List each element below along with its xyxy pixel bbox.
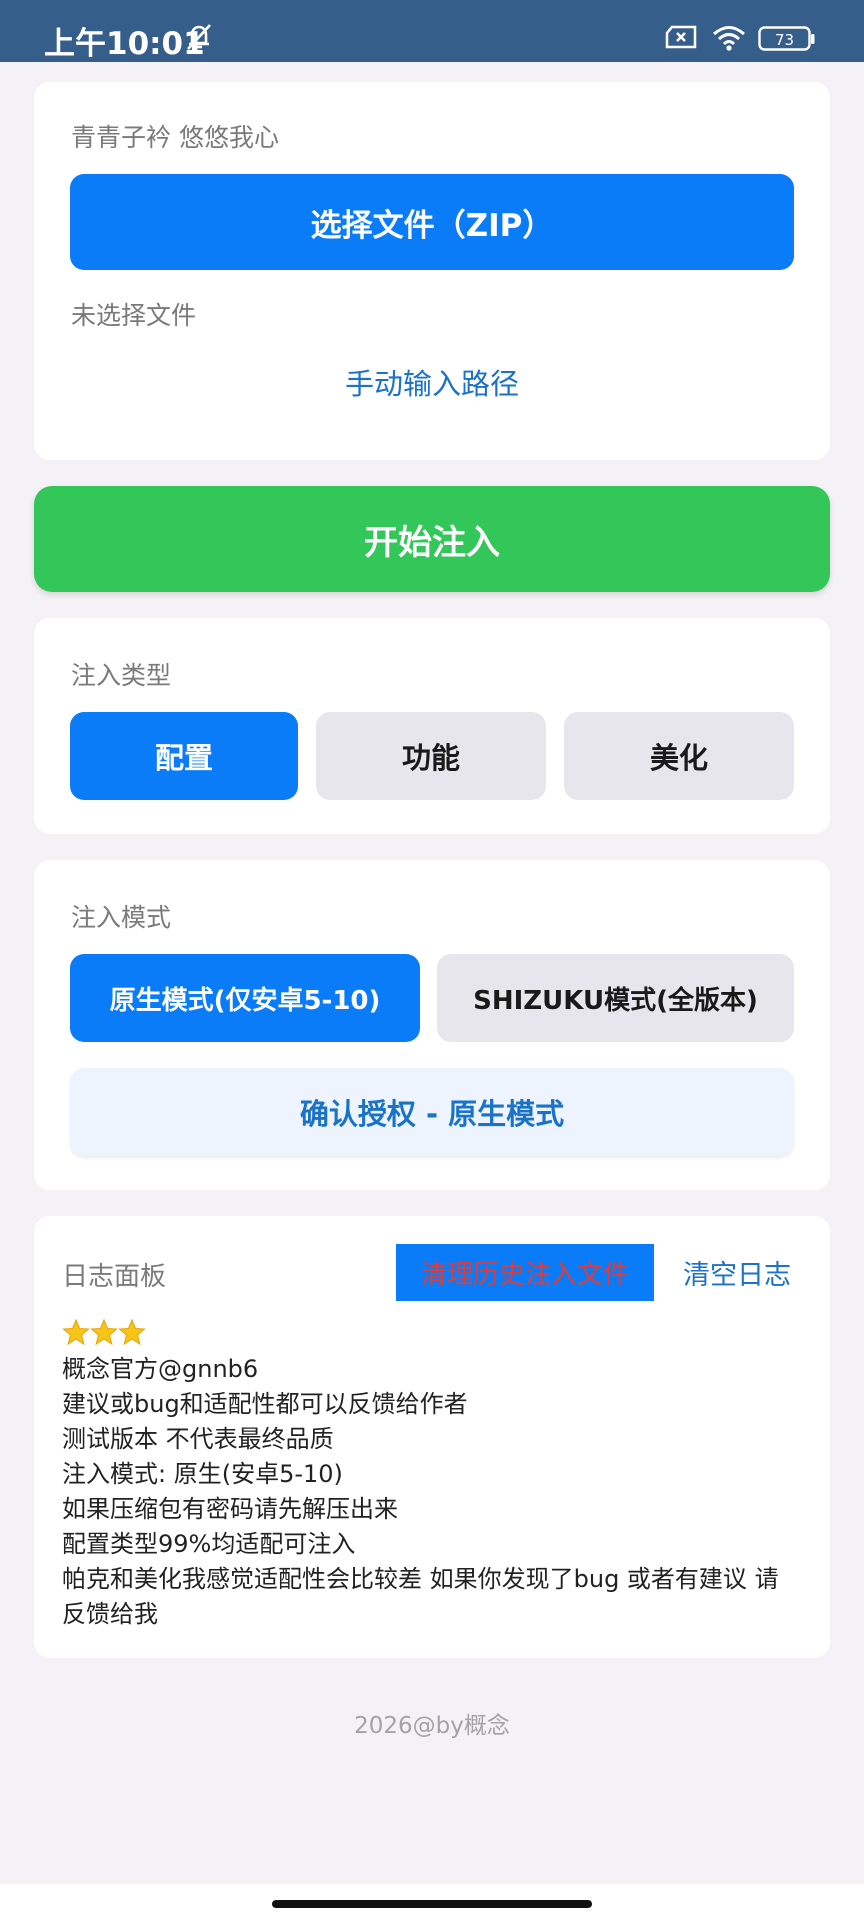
mode-option-shizuku[interactable]: SHIZUKU模式(全版本): [437, 954, 794, 1042]
log-stars: [62, 1318, 822, 1352]
log-line: 注入模式: 原生(安卓5-10): [62, 1460, 343, 1488]
star-icon: [90, 1318, 118, 1356]
log-panel-title: 日志面板: [62, 1262, 167, 1292]
log-line: 配置类型99%均适配可注入: [62, 1530, 356, 1558]
log-line: 测试版本 不代表最终品质: [62, 1425, 334, 1453]
inject-type-label: 注入类型: [71, 661, 172, 690]
navigation-bar: [0, 1884, 864, 1920]
bell-off-icon: [184, 22, 214, 56]
wifi-icon: [712, 24, 746, 56]
inject-mode-card: 注入模式 原生模式(仅安卓5-10) SHIZUKU模式(全版本) 确认授权 -…: [34, 860, 830, 1190]
type-option-function[interactable]: 功能: [316, 712, 546, 800]
clear-log-button[interactable]: 清空日志: [662, 1244, 812, 1301]
type-option-beautify[interactable]: 美化: [564, 712, 794, 800]
status-bar: 上午10:01 73: [0, 0, 864, 62]
type-option-config[interactable]: 配置: [70, 712, 298, 800]
star-icon: [62, 1318, 90, 1356]
log-line: 建议或bug和适配性都可以反馈给作者: [62, 1390, 468, 1418]
manual-path-link[interactable]: 手动输入路径: [234, 354, 630, 410]
choose-file-button[interactable]: 选择文件（ZIP）: [70, 174, 794, 270]
log-line: 如果压缩包有密码请先解压出来: [62, 1495, 398, 1523]
sim-x-icon: [664, 25, 698, 53]
battery-icon: 73: [758, 26, 816, 56]
no-file-text: 未选择文件: [71, 301, 197, 330]
file-card: 青青子衿 悠悠我心 选择文件（ZIP） 未选择文件 手动输入路径: [34, 82, 830, 460]
status-time: 上午10:01: [44, 26, 205, 62]
log-line: 反馈给我: [62, 1600, 158, 1628]
home-indicator[interactable]: [272, 1900, 592, 1908]
mode-option-native[interactable]: 原生模式(仅安卓5-10): [70, 954, 420, 1042]
log-panel-card: 日志面板 清理历史注入文件 清空日志 概念官方@gnnb6 建议或bug和适配性…: [34, 1216, 830, 1658]
clear-history-button[interactable]: 清理历史注入文件: [396, 1244, 654, 1301]
star-icon: [118, 1318, 146, 1356]
confirm-auth-button[interactable]: 确认授权 - 原生模式: [70, 1068, 794, 1156]
start-inject-button[interactable]: 开始注入: [34, 486, 830, 592]
log-line: 帕克和美化我感觉适配性会比较差 如果你发现了bug 或者有建议 请: [62, 1565, 779, 1593]
battery-level: 73: [775, 31, 794, 49]
inject-type-card: 注入类型 配置 功能 美化: [34, 618, 830, 834]
file-card-subtitle: 青青子衿 悠悠我心: [71, 123, 279, 152]
log-line: 概念官方@gnnb6: [62, 1355, 259, 1383]
log-output: 概念官方@gnnb6 建议或bug和适配性都可以反馈给作者 测试版本 不代表最终…: [62, 1318, 822, 1632]
footer-text: 2026@by概念: [354, 1713, 510, 1739]
inject-mode-label: 注入模式: [71, 903, 172, 932]
